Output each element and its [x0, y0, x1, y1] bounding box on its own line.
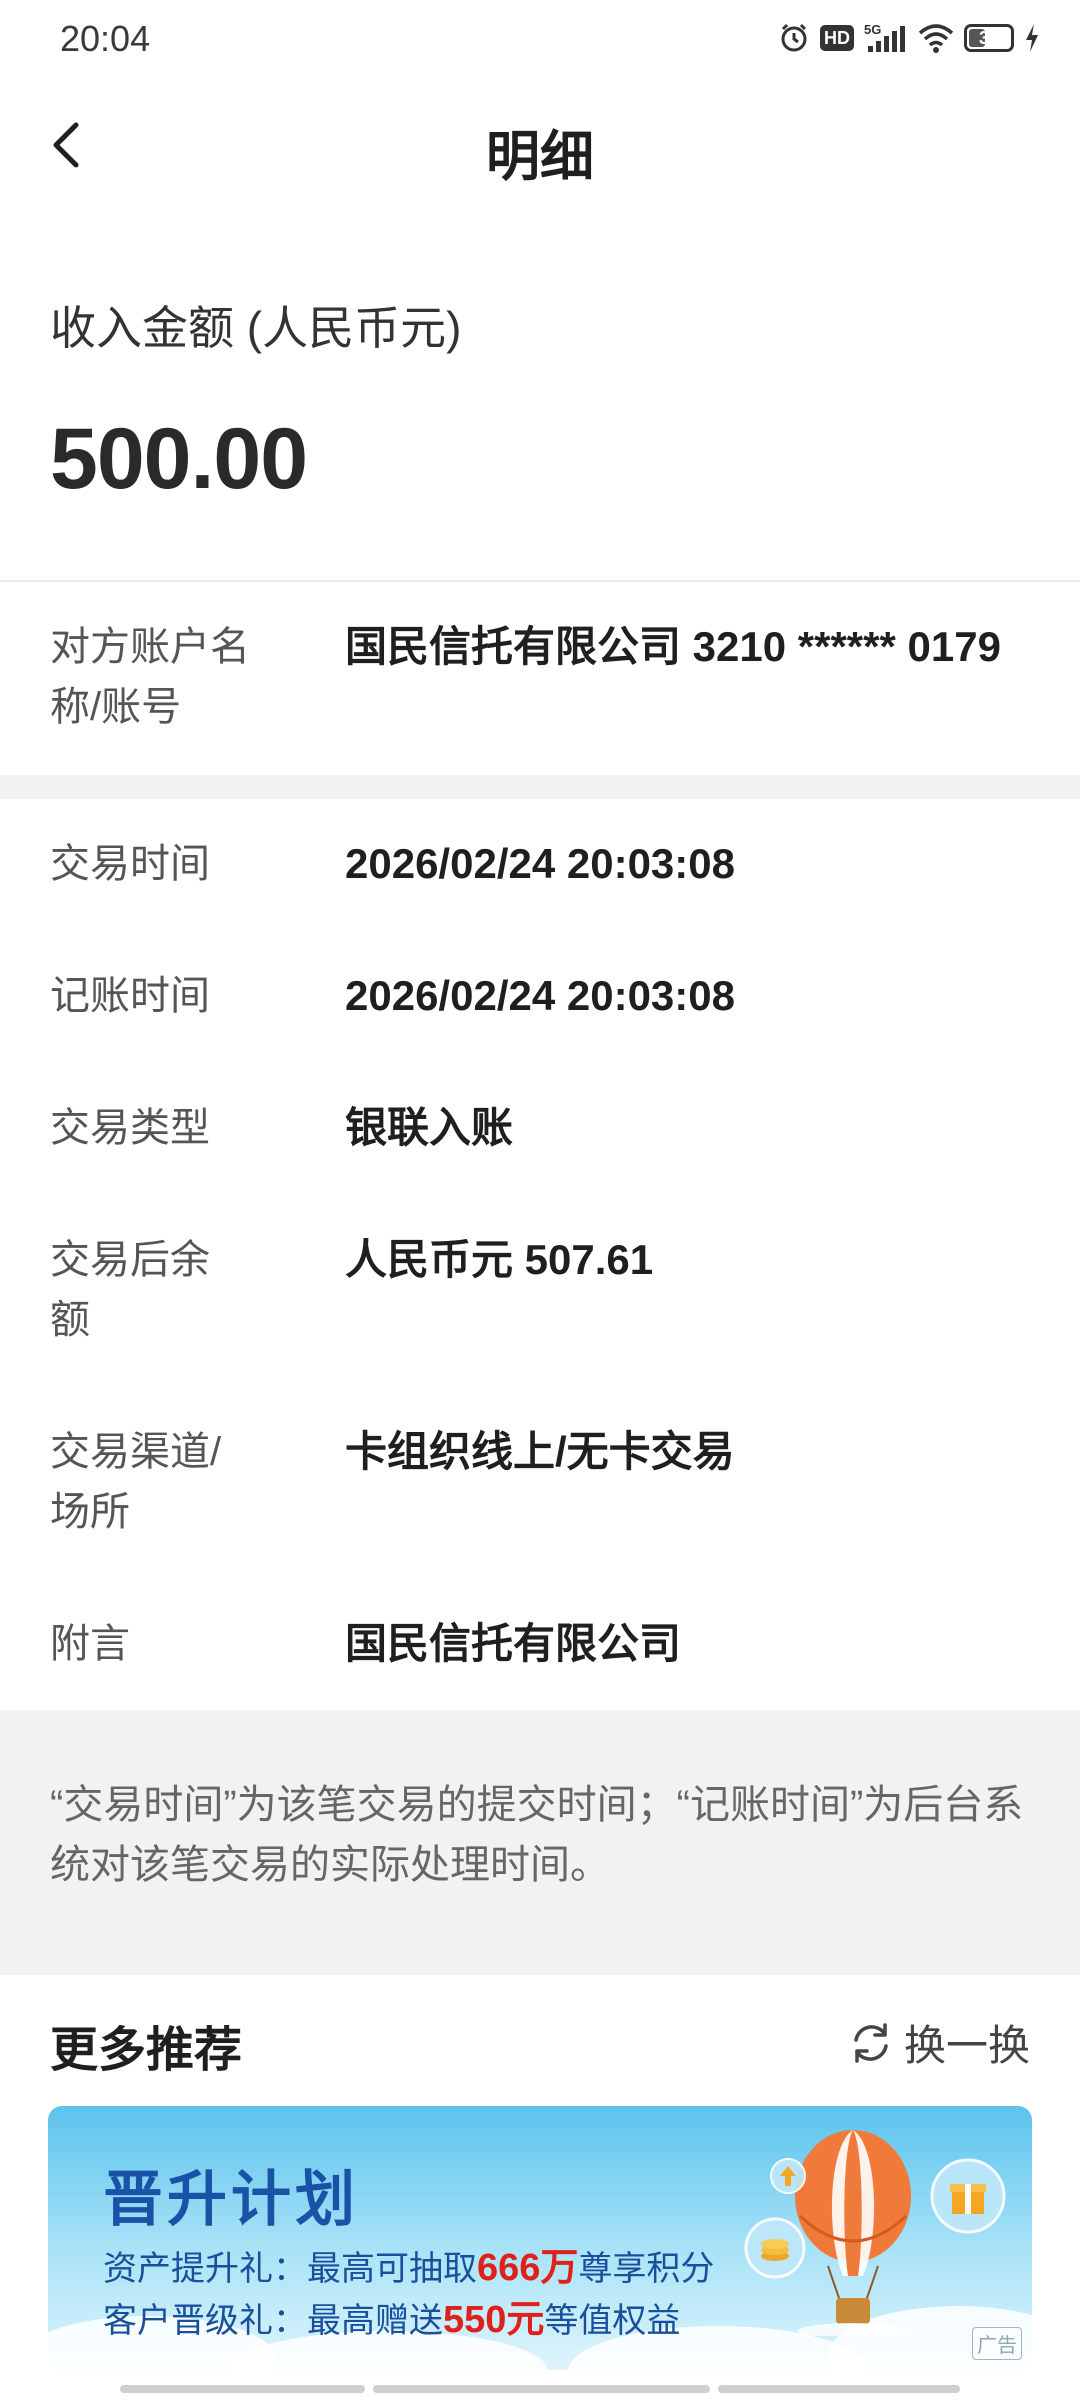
banner-line-1: 资产提升礼：最高可抽取666万尊享积分 — [103, 2247, 715, 2289]
page-title: 明细 — [486, 127, 594, 187]
signal-5g-icon: 5G — [864, 22, 905, 52]
hd-icon: HD — [820, 25, 854, 51]
note-text: “交易时间”为该笔交易的提交时间；“记账时间”为后台系统对该笔交易的实际处理时间… — [50, 1783, 1024, 1887]
ad-label: 广告 — [972, 2327, 1022, 2360]
battery-level: 37 — [978, 28, 1000, 48]
amount-value: 500.00 — [50, 411, 308, 507]
status-icons: HD 5G 37 — [778, 22, 1040, 54]
arrow-up-icon — [770, 2158, 806, 2194]
counterparty-value: 国民信托有限公司 3210 ****** 0179 — [345, 623, 1001, 670]
note-section: “交易时间”为该笔交易的提交时间；“记账时间”为后台系统对该笔交易的实际处理时间… — [0, 1710, 1080, 1975]
carousel-indicator — [120, 2385, 960, 2393]
detail-value: 银联入账 — [345, 1104, 514, 1151]
counterparty-row: 对方账户名称/账号 国民信托有限公司 3210 ****** 0179 — [0, 617, 1080, 747]
charging-icon — [1026, 24, 1038, 52]
wifi-icon — [918, 24, 954, 53]
divider — [0, 580, 1080, 582]
refresh-label: 换一换 — [903, 2022, 1030, 2069]
detail-value: 2026/02/24 20:03:08 — [345, 840, 735, 887]
detail-label: 记账时间 — [50, 974, 210, 1018]
battery-icon: 37 — [964, 24, 1014, 52]
detail-value: 卡组织线上/无卡交易 — [345, 1428, 735, 1475]
status-bar: 20:04 HD 5G 37 — [0, 0, 1080, 80]
detail-label: 交易后余额 — [50, 1238, 210, 1342]
nav-bar: 明细 — [0, 80, 1080, 210]
banner-line-2: 客户晋级礼：最高赠送550元等值权益 — [103, 2299, 681, 2341]
promo-banner[interactable]: 晋升计划 资产提升礼：最高可抽取666万尊享积分 客户晋级礼：最高赠送550元等… — [48, 2106, 1032, 2370]
gift-icon — [930, 2158, 1006, 2234]
alarm-icon — [781, 23, 807, 52]
detail-value: 人民币元 507.61 — [345, 1236, 654, 1283]
detail-label: 附言 — [50, 1622, 130, 1666]
detail-label: 交易类型 — [50, 1106, 210, 1150]
detail-value: 国民信托有限公司 — [345, 1620, 682, 1667]
counterparty-label: 对方账户名称/账号 — [50, 625, 250, 729]
detail-value: 2026/02/24 20:03:08 — [345, 972, 735, 1019]
section-separator — [0, 775, 1080, 799]
svg-text:5G: 5G — [864, 22, 881, 37]
recommend-title: 更多推荐 — [50, 2024, 243, 2077]
coins-icon — [744, 2217, 806, 2279]
detail-label: 交易时间 — [50, 842, 210, 886]
status-time: 20:04 — [60, 18, 151, 59]
detail-label: 交易渠道/场所 — [50, 1430, 222, 1534]
refresh-icon — [854, 2022, 888, 2063]
refresh-button[interactable]: 换一换 — [848, 2012, 1030, 2073]
amount-label: 收入金额 (人民币元) — [50, 302, 462, 354]
banner-title: 晋升计划 — [103, 2166, 359, 2233]
